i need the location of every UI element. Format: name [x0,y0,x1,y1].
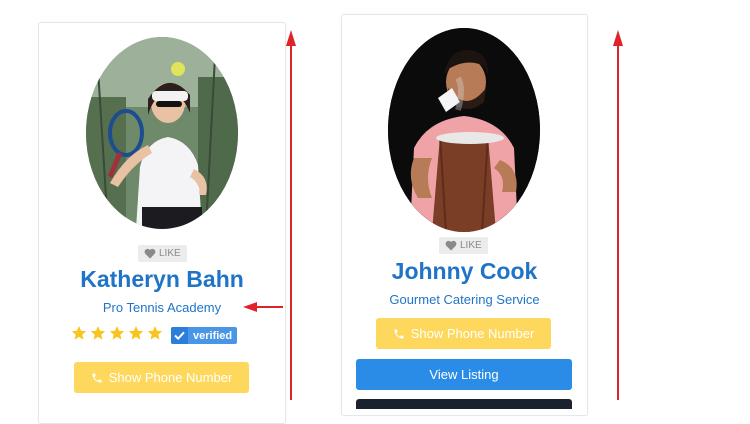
annotation-arrow-up-icon [286,30,296,400]
annotation-arrow-up-icon [613,30,623,400]
show-phone-label: Show Phone Number [108,370,233,385]
check-icon [171,327,188,344]
star-icon [71,326,87,340]
like-label: LIKE [159,248,181,259]
tennis-player-photo [86,37,238,229]
show-phone-button[interactable]: Show Phone Number [74,362,249,393]
like-button[interactable]: LIKE [138,245,187,262]
star-icon [128,326,144,340]
listing-name[interactable]: Katheryn Bahn [39,266,285,293]
listing-card-johnny: LIKE Johnny Cook Gourmet Catering Servic… [341,14,588,416]
annotation-arrow-left-icon [243,302,283,312]
star-icon [90,326,106,340]
phone-icon [394,329,404,338]
phone-icon [92,373,102,382]
view-listing-label: View Listing [429,367,499,382]
like-label: LIKE [460,240,482,251]
hidden-button[interactable] [356,399,572,409]
star-icon [147,326,163,340]
star-rating [71,325,163,341]
heart-icon [144,248,156,259]
like-button[interactable]: LIKE [439,237,488,254]
star-icon [109,326,125,340]
business-name[interactable]: Gourmet Catering Service [342,292,587,307]
listing-name[interactable]: Johnny Cook [342,258,587,285]
verified-label: verified [193,329,233,342]
profile-photo[interactable] [388,28,540,232]
show-phone-label: Show Phone Number [410,326,535,341]
show-phone-button[interactable]: Show Phone Number [376,318,551,349]
heart-icon [445,240,457,251]
listing-card-katheryn: LIKE Katheryn Bahn Pro Tennis Academy ve… [38,22,286,424]
chef-photo [388,28,540,232]
profile-photo[interactable] [86,37,238,229]
verified-badge: verified [171,327,238,344]
view-listing-button[interactable]: View Listing [356,359,572,390]
